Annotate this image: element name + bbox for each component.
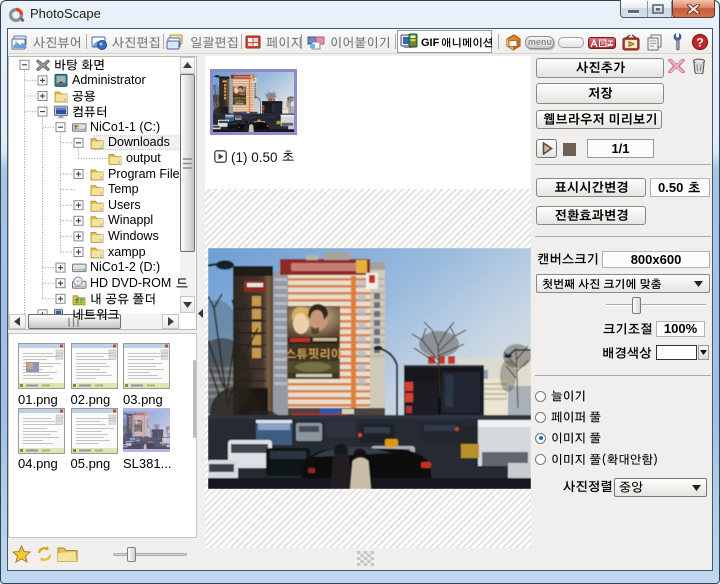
svg-text:?: ?: [696, 36, 703, 50]
